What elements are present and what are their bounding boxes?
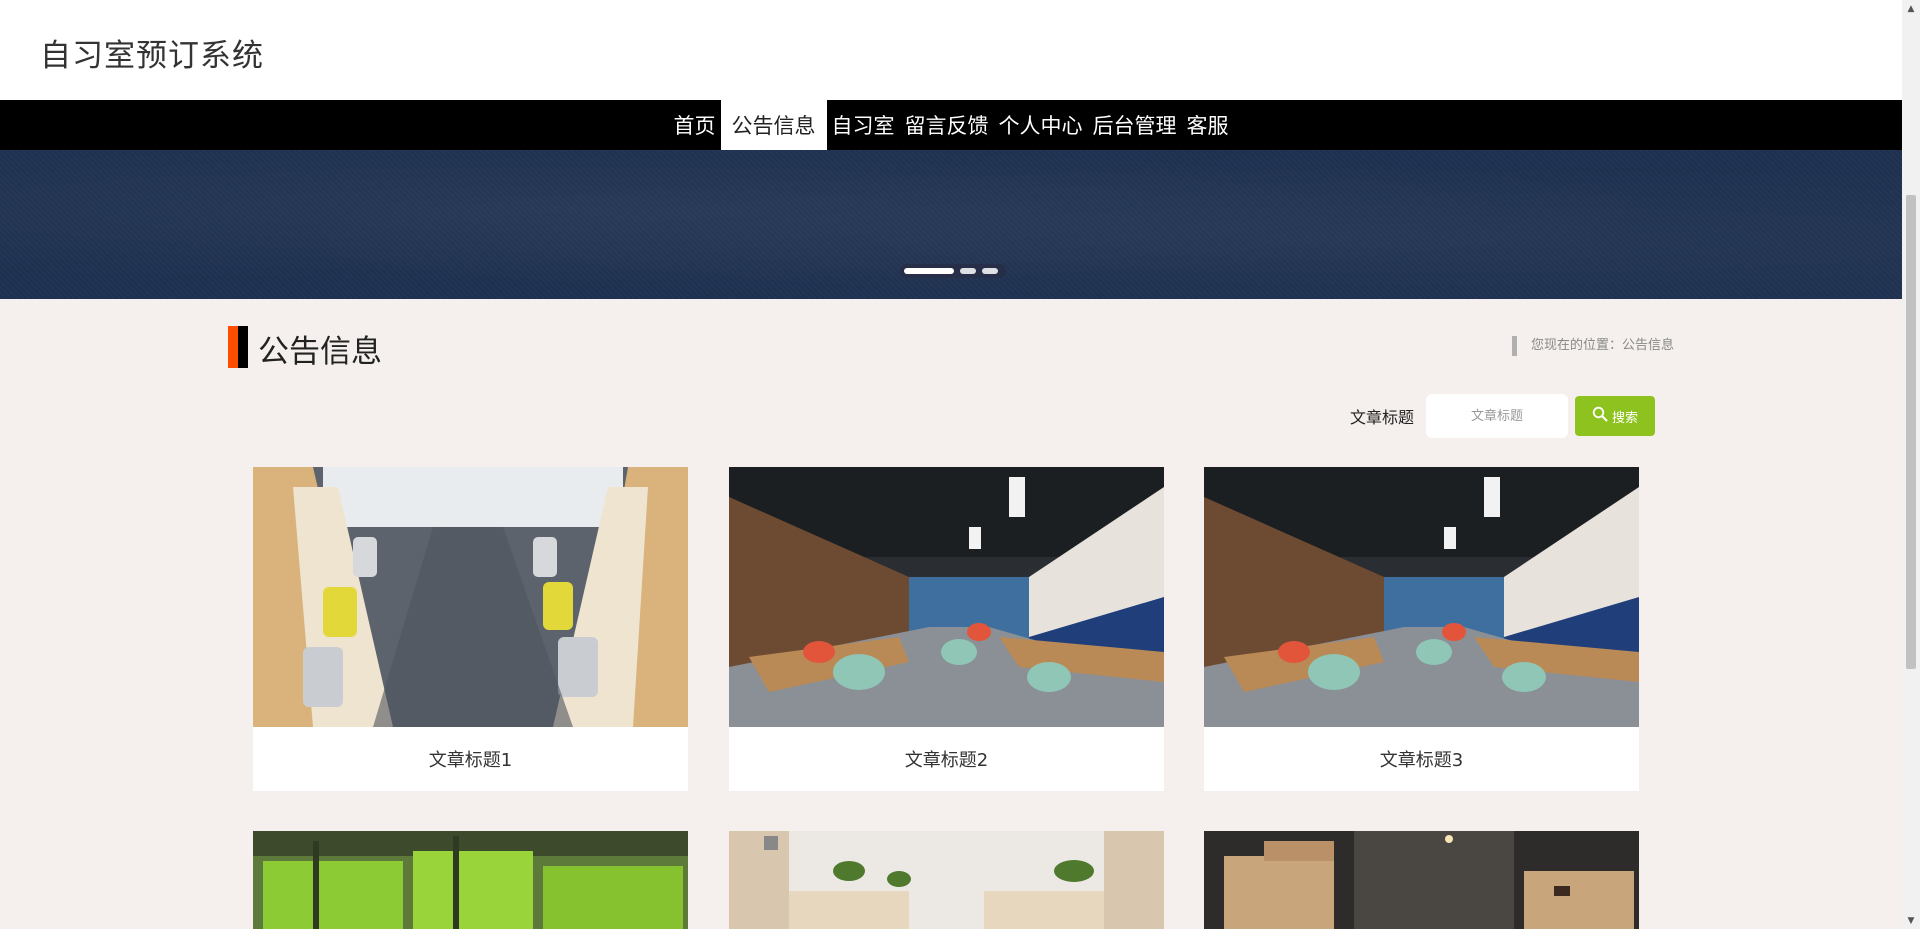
site-header: 自习室预订系统 bbox=[0, 0, 1902, 100]
site-title[interactable]: 自习室预订系统 bbox=[40, 30, 264, 75]
article-title[interactable]: 文章标题3 bbox=[1204, 727, 1639, 791]
article-title[interactable]: 文章标题1 bbox=[253, 727, 688, 791]
carousel-dot-3[interactable] bbox=[982, 268, 998, 274]
search-button[interactable]: 搜索 bbox=[1575, 396, 1655, 436]
article-title[interactable]: 文章标题2 bbox=[729, 727, 1164, 791]
article-image[interactable] bbox=[253, 831, 688, 929]
nav-item-personal-center[interactable]: 个人中心 bbox=[994, 100, 1088, 150]
article-card[interactable]: 文章标题3 bbox=[1204, 467, 1639, 791]
section-title: 公告信息 bbox=[258, 334, 382, 370]
nav-item-feedback[interactable]: 留言反馈 bbox=[900, 100, 994, 150]
article-image[interactable] bbox=[253, 467, 688, 727]
breadcrumb: 您现在的位置：公告信息 bbox=[1511, 336, 1674, 356]
scrollbar-thumb[interactable] bbox=[1906, 195, 1916, 669]
scroll-down-icon[interactable]: ▼ bbox=[1902, 912, 1920, 929]
carousel-dot-1[interactable] bbox=[904, 268, 954, 274]
vertical-scrollbar[interactable]: ▲ ▼ bbox=[1902, 0, 1920, 929]
article-image[interactable] bbox=[1204, 467, 1639, 727]
article-image[interactable] bbox=[729, 831, 1164, 929]
carousel-indicators bbox=[900, 264, 1006, 278]
section-title-marker bbox=[228, 326, 248, 368]
article-card[interactable] bbox=[729, 831, 1164, 929]
main-nav: 首页 公告信息 自习室 留言反馈 个人中心 后台管理 客服 bbox=[0, 100, 1902, 150]
search-button-label: 搜索 bbox=[1611, 410, 1638, 426]
article-card[interactable] bbox=[253, 831, 688, 929]
search-icon bbox=[1592, 406, 1608, 426]
article-card[interactable]: 文章标题1 bbox=[253, 467, 688, 791]
nav-item-announcements[interactable]: 公告信息 bbox=[720, 100, 827, 150]
article-card[interactable]: 文章标题2 bbox=[729, 467, 1164, 791]
carousel-dot-2[interactable] bbox=[960, 268, 976, 274]
search-input[interactable] bbox=[1426, 394, 1568, 438]
article-image[interactable] bbox=[729, 467, 1164, 727]
nav-item-customer-service[interactable]: 客服 bbox=[1182, 100, 1234, 150]
banner-carousel bbox=[0, 150, 1902, 299]
nav-item-home[interactable]: 首页 bbox=[669, 100, 721, 150]
nav-item-admin[interactable]: 后台管理 bbox=[1088, 100, 1182, 150]
article-card[interactable] bbox=[1204, 831, 1639, 929]
page: 自习室预订系统 首页 公告信息 自习室 留言反馈 个人中心 后台管理 客服 公告… bbox=[0, 0, 1920, 929]
scroll-up-icon[interactable]: ▲ bbox=[1902, 0, 1920, 17]
article-image[interactable] bbox=[1204, 831, 1639, 929]
search-label: 文章标题 bbox=[1350, 408, 1415, 427]
nav-item-study-rooms[interactable]: 自习室 bbox=[827, 100, 900, 150]
